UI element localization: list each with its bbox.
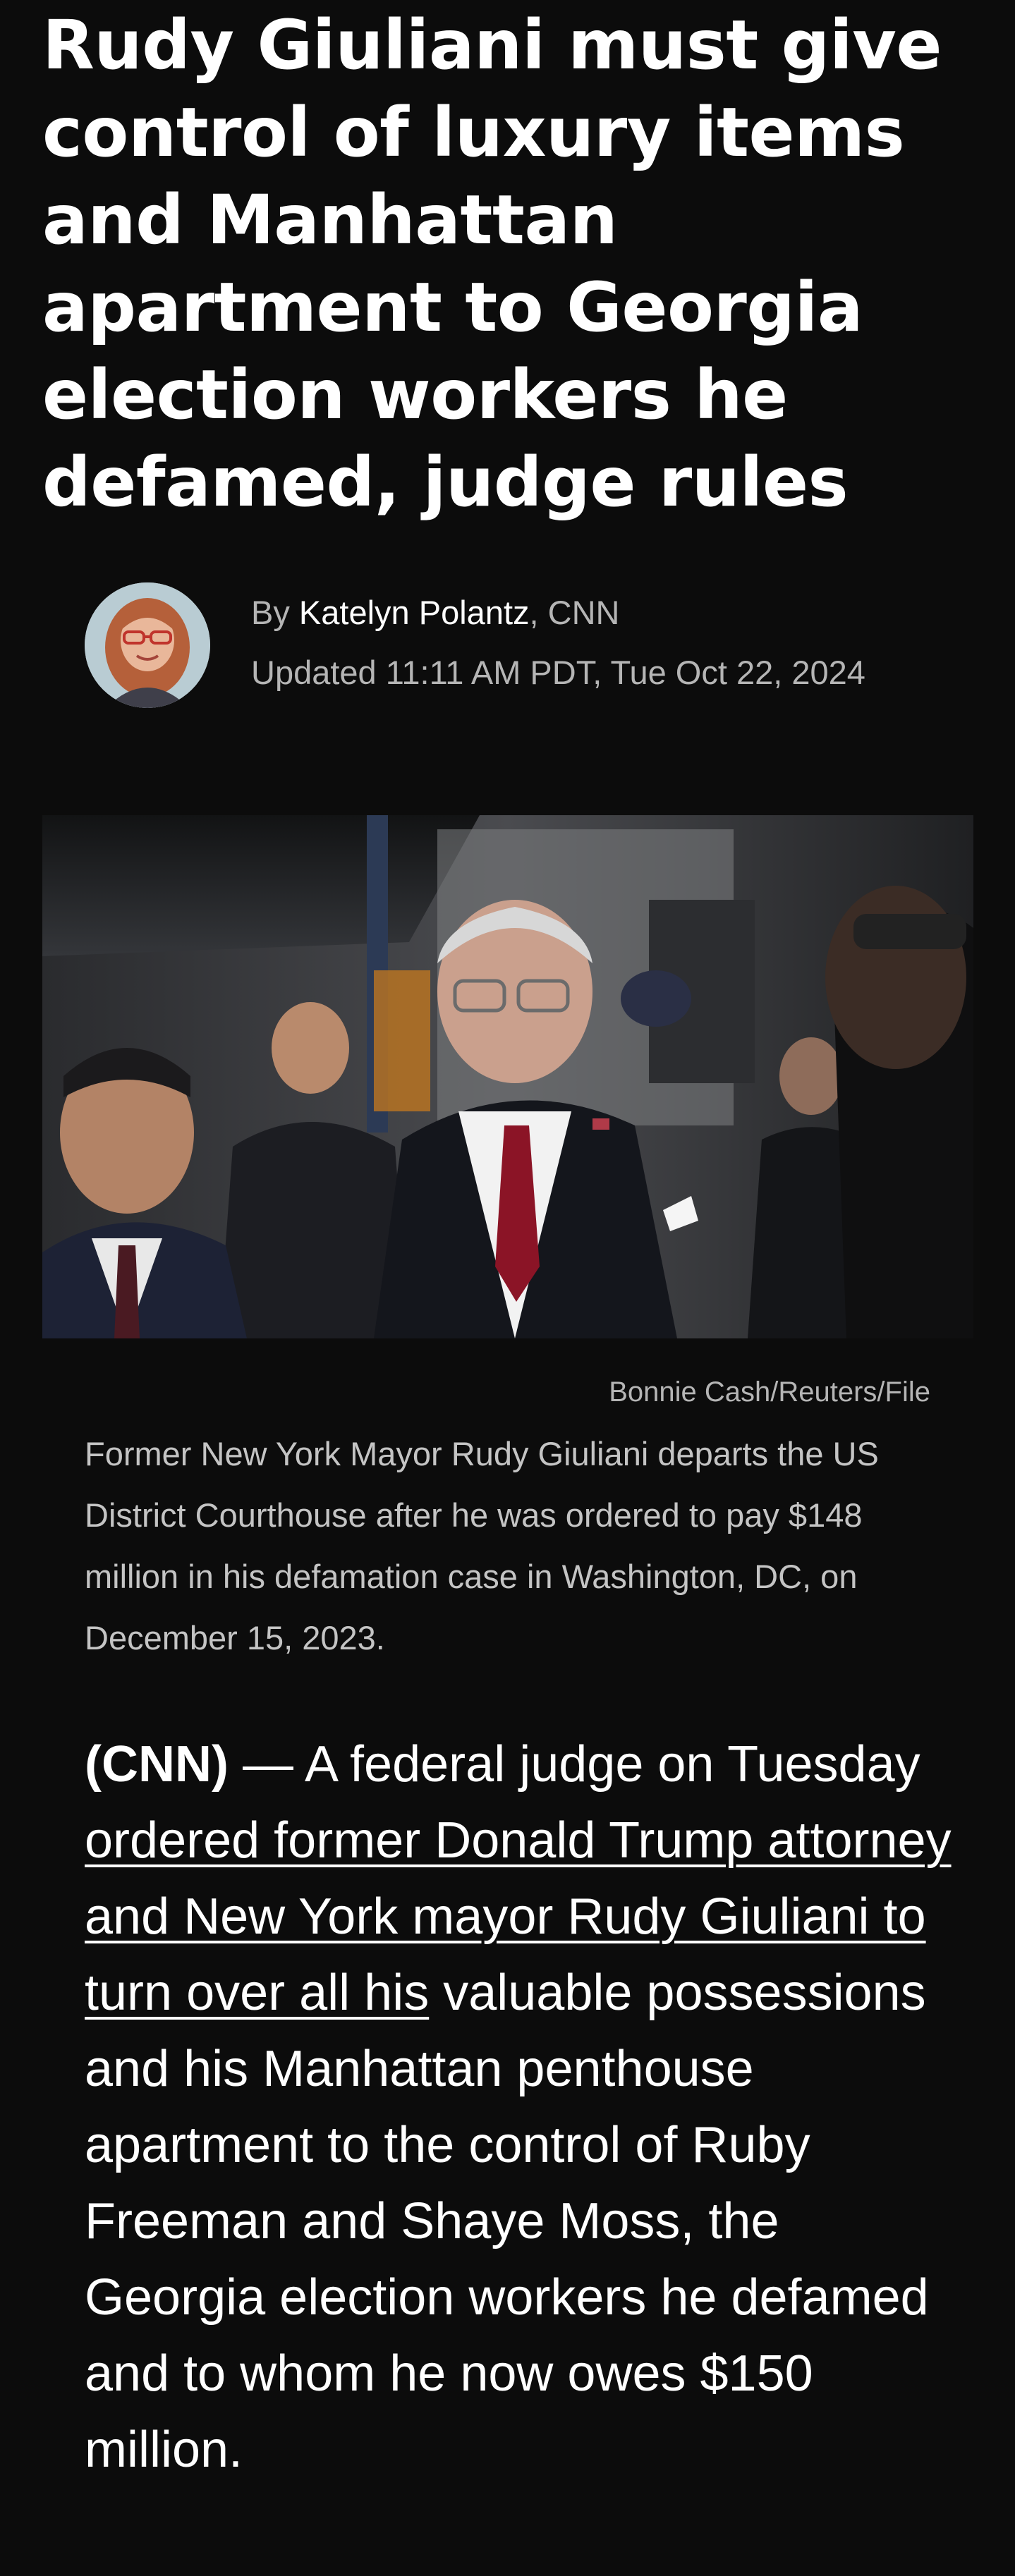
courthouse-photo-icon (42, 815, 973, 1338)
photo-caption: Former New York Mayor Rudy Giuliani depa… (85, 1435, 879, 1656)
byline: By Katelyn Polantz, CNN Updated 11:11 AM… (85, 582, 931, 716)
dateline: (CNN) (85, 1736, 229, 1793)
body-intro: — A federal judge on Tuesday (228, 1736, 920, 1793)
photo-credit: Bonnie Cash/Reuters/File (609, 1376, 930, 1408)
byline-text: By Katelyn Polantz, CNN Updated 11:11 AM… (251, 582, 928, 702)
author-photo-icon (85, 582, 210, 708)
article-body-paragraph: (CNN) — A federal judge on Tuesday order… (85, 1726, 952, 2488)
body-rest: valuable possessions and his Manhattan p… (85, 1965, 929, 2478)
author-avatar[interactable] (85, 582, 210, 708)
updated-timestamp: Updated 11:11 AM PDT, Tue Oct 22, 2024 (251, 654, 865, 691)
byline-prefix: By (251, 594, 290, 631)
byline-outlet: , CNN (529, 594, 620, 631)
hero-image[interactable] (42, 815, 973, 1338)
article-headline: Rudy Giuliani must give control of luxur… (42, 6, 942, 522)
author-link[interactable]: Katelyn Polantz (299, 594, 530, 631)
